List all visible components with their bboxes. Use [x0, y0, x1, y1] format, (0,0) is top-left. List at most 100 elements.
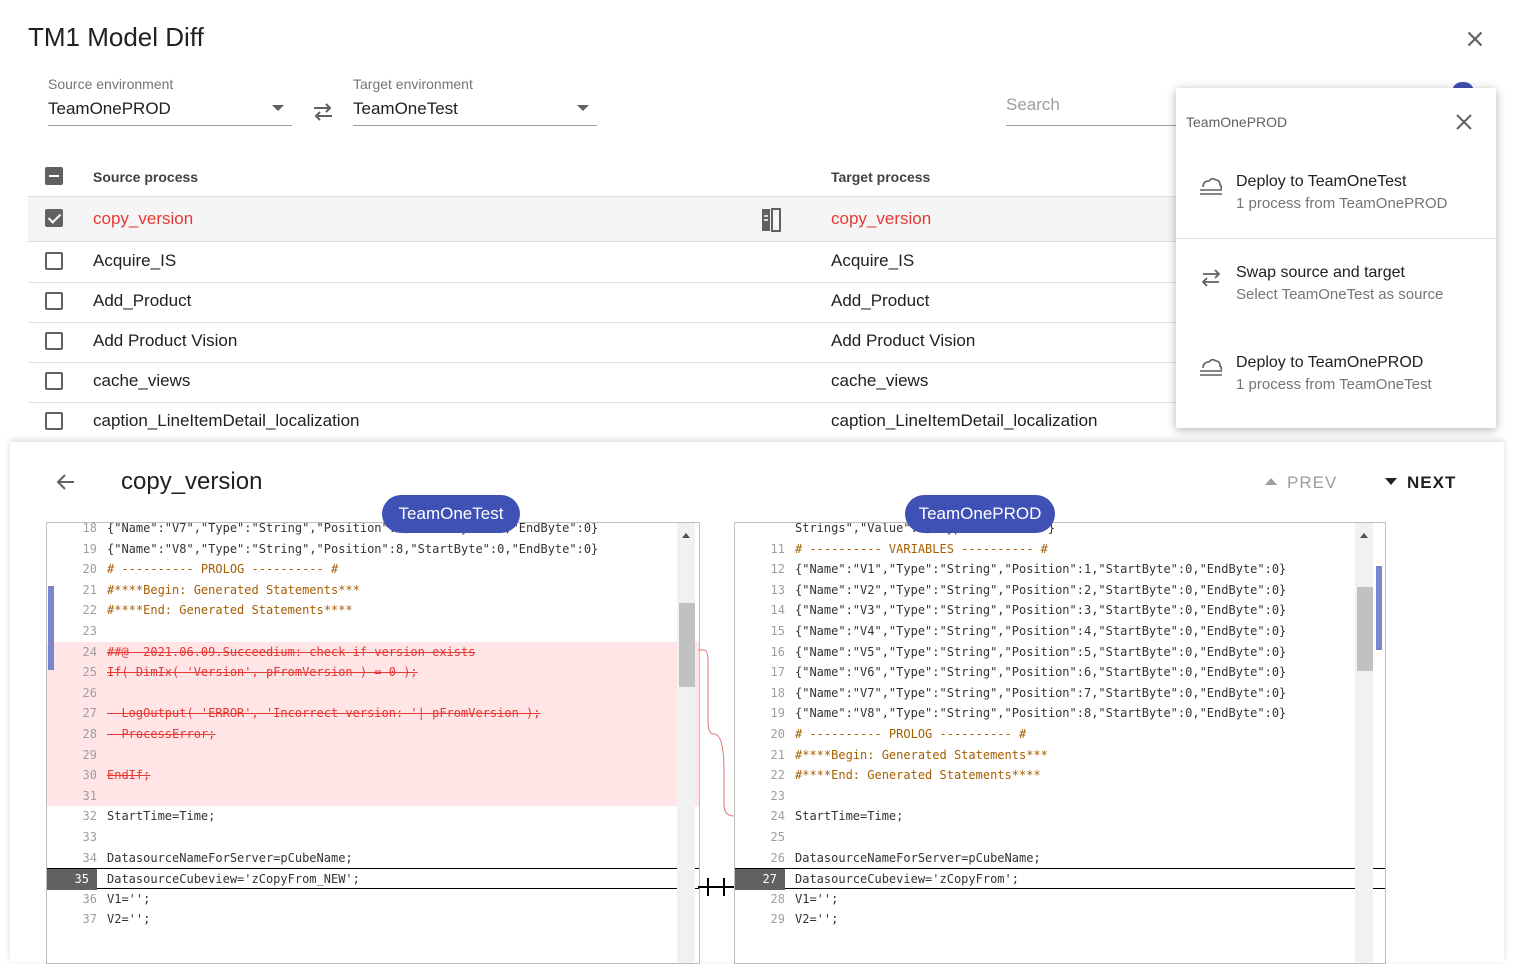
target-process-cell: cache_views [831, 371, 929, 390]
line-number: 12 [770, 562, 785, 577]
source-env-label: Source environment [48, 76, 174, 92]
code-line: 15 {"Name":"V4","Type":"String","Position… [735, 621, 1385, 642]
back-arrow-icon[interactable] [54, 470, 78, 494]
code-text: DatasourceNameForServer=pCubeName; [795, 850, 1041, 865]
chevron-down-icon[interactable] [272, 105, 284, 111]
row-checkbox[interactable] [45, 292, 63, 310]
line-number: 29 [82, 747, 97, 762]
target-env-underline [353, 125, 597, 126]
code-line: 19 {"Name":"V8","Type":"String","Position… [47, 539, 699, 560]
code-line: 20 # ---------- PROLOG ---------- # [735, 724, 1385, 745]
line-number: 36 [82, 891, 97, 906]
code-text: DatasourceNameForServer=pCubeName; [107, 850, 353, 865]
code-text: ##@ 2021.06.09.Succeedium: check if vers… [107, 644, 476, 659]
code-line: 25 [735, 827, 1385, 848]
diff-panel: copy_version PREV NEXT 18 {"Name":"V7","T… [10, 442, 1504, 964]
menu-item-subtitle: 1 process from TeamOnePROD [1236, 195, 1448, 212]
line-number: 37 [82, 912, 97, 927]
row-checkbox[interactable] [45, 372, 63, 390]
left-code-editor[interactable]: 18 {"Name":"V7","Type":"String","Position… [46, 522, 700, 964]
code-line: 34 DatasourceNameForServer=pCubeName; [47, 848, 699, 869]
code-text: V1=''; [795, 891, 839, 906]
cloud-deploy-icon [1200, 177, 1223, 195]
right-scroll-thumb[interactable] [1357, 587, 1373, 671]
swap-source-target-item[interactable]: Swap source and target Select TeamOneTes… [1176, 256, 1496, 326]
line-number: 24 [770, 809, 785, 824]
code-line: 18 {"Name":"V7","Type":"String","Position… [47, 522, 699, 539]
target-process-cell: copy_version [831, 209, 932, 228]
prev-button[interactable]: PREV [1265, 473, 1337, 493]
right-scrollbar[interactable] [1355, 523, 1373, 963]
menu-item-subtitle: 1 process from TeamOneTest [1236, 376, 1432, 393]
deploy-to-test-item[interactable]: Deploy to TeamOneTest 1 process from Tea… [1176, 165, 1496, 235]
line-number: 11 [770, 541, 785, 556]
code-line: 21 #****Begin: Generated Statements*** [47, 580, 699, 601]
line-number: 14 [770, 603, 785, 618]
table-row[interactable]: copy_version copy_version [28, 197, 1176, 242]
code-text: {"Name":"V2","Type":"String","Position":… [795, 582, 1287, 597]
line-number: 32 [82, 809, 97, 824]
menu-divider [1176, 238, 1496, 239]
row-checkbox[interactable] [45, 252, 63, 270]
search-input[interactable]: Search [1006, 95, 1060, 115]
code-line: 27 LogOutput( 'ERROR', 'Incorrect versio… [47, 703, 699, 724]
line-number: 31 [82, 788, 97, 803]
search-underline [1006, 125, 1176, 126]
code-text: #****Begin: Generated Statements*** [107, 582, 360, 597]
line-number: 33 [82, 830, 97, 844]
line-number: 21 [770, 747, 785, 762]
row-checkbox[interactable] [45, 412, 63, 430]
compare-icon[interactable] [760, 207, 782, 233]
source-env-select[interactable]: TeamOnePROD [48, 99, 171, 119]
scroll-up-icon[interactable] [1360, 533, 1368, 538]
code-text: If( DimIx( 'Version', pFromVersion ) = 0… [107, 665, 418, 680]
chevron-down-icon [1385, 478, 1397, 486]
close-icon[interactable] [1462, 26, 1488, 52]
target-env-select[interactable]: TeamOneTest [353, 99, 458, 119]
code-text: # ---------- VARIABLES ---------- # [795, 541, 1048, 556]
right-code-editor[interactable]: Strings","Value":4,"Type":"Numeric"} 11 # … [734, 522, 1386, 964]
code-text: #****Begin: Generated Statements*** [795, 747, 1048, 762]
code-line: 16 {"Name":"V5","Type":"String","Position… [735, 642, 1385, 663]
row-checkbox[interactable] [45, 332, 63, 350]
table-row[interactable]: cache_views cache_views [28, 362, 1176, 403]
prev-label: PREV [1287, 473, 1338, 492]
chevron-down-icon[interactable] [577, 105, 589, 111]
diff-title: copy_version [121, 468, 263, 495]
left-scroll-thumb[interactable] [679, 603, 695, 687]
right-env-badge: TeamOnePROD [905, 495, 1055, 533]
code-text: EndIf; [107, 768, 151, 783]
code-text: V2=''; [795, 912, 839, 927]
table-row[interactable]: Acquire_IS Acquire_IS [28, 242, 1176, 283]
code-text: #****End: Generated Statements**** [107, 603, 353, 618]
close-icon[interactable] [1454, 112, 1474, 132]
code-line: 33 [47, 827, 699, 848]
code-text: {"Name":"V7","Type":"String","Position":… [795, 685, 1287, 700]
table-row[interactable]: Add Product Vision Add Product Vision [28, 322, 1176, 363]
next-button[interactable]: NEXT [1385, 473, 1456, 493]
source-process-cell: Acquire_IS [93, 251, 177, 270]
table-row[interactable]: caption_LineItemDetail_localization capt… [28, 402, 1176, 443]
line-number: 18 [82, 522, 97, 535]
code-line: 32 StartTime=Time; [47, 806, 699, 827]
select-all-checkbox[interactable] [45, 167, 63, 185]
code-line: 26 DatasourceNameForServer=pCubeName; [735, 848, 1385, 869]
table-row[interactable]: Add_Product Add_Product [28, 282, 1176, 323]
left-scrollbar[interactable] [677, 523, 695, 963]
code-line: Strings","Value":4,"Type":"Numeric"} [735, 523, 1385, 539]
line-number: 27 [735, 869, 785, 890]
row-checkbox[interactable] [45, 209, 63, 227]
code-text: {"Name":"V1","Type":"String","Position":… [795, 562, 1287, 577]
code-text: V1=''; [107, 891, 151, 906]
swap-icon[interactable] [310, 101, 336, 123]
code-line: 29 [47, 744, 699, 766]
code-line: 12 {"Name":"V1","Type":"String","Position… [735, 559, 1385, 580]
line-number: 26 [82, 685, 97, 700]
line-number: 30 [82, 768, 97, 783]
deploy-to-prod-item[interactable]: Deploy to TeamOnePROD 1 process from Tea… [1176, 346, 1496, 416]
line-number: 19 [82, 541, 97, 556]
code-line: 27 DatasourceCubeview='zCopyFrom'; [735, 868, 1385, 890]
code-text: # ---------- PROLOG ---------- # [795, 727, 1027, 741]
code-line: 29 V2=''; [735, 909, 1385, 930]
scroll-up-icon[interactable] [682, 533, 690, 538]
